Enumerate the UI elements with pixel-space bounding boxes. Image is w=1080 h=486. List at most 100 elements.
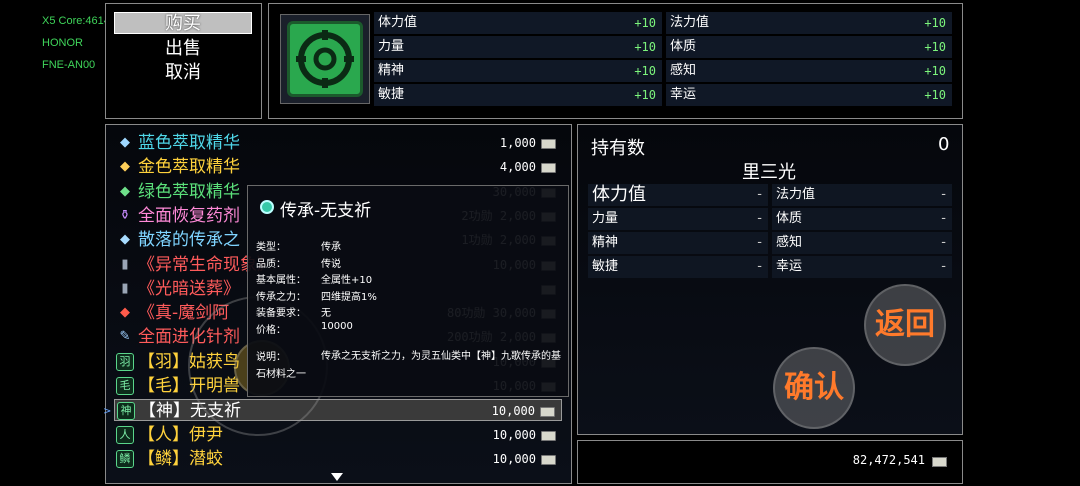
stat-value: - — [941, 211, 946, 226]
coin-icon — [541, 430, 556, 441]
coin-icon — [540, 407, 555, 418]
scroll-down-icon[interactable] — [331, 473, 343, 481]
stat-name: 幸运 — [670, 87, 697, 102]
shop-item-row[interactable]: ◆ 蓝色萃取精华 1,000 — [114, 132, 562, 154]
diamond-green-icon: ◆ — [120, 183, 130, 199]
stat-name: 敏捷 — [592, 259, 619, 274]
tooltip-value: 全属性+10 — [321, 275, 373, 286]
holding-label: 持有数 — [591, 138, 645, 159]
item-price: 10,000 — [491, 404, 535, 419]
potion-icon: ⚱ — [119, 207, 131, 223]
holding-stat-row: 幸运 - — [772, 256, 952, 278]
item-tooltip: 传承-无支祈 类型： 传承品质： 传说基本属性： 全属性+10 传承之力： 四维提高1% 装… — [247, 185, 569, 397]
item-price: 10,000 — [492, 427, 536, 442]
stat-value: - — [757, 259, 762, 274]
tooltip-label: 基本属性： — [256, 275, 306, 286]
stat-value: - — [757, 211, 762, 226]
tooltip-value: 10000 — [321, 320, 353, 332]
item-name: 全面恢复药剂 — [138, 205, 240, 226]
god-glyph-icon: 神 — [117, 402, 135, 421]
stat-name: 精神 — [592, 235, 619, 250]
tooltip-description: 传承之无支祈之力，为灵五仙类中【神】九歌传承的基石材料之一 — [256, 351, 561, 380]
item-name: 《光暗送葬》 — [138, 278, 240, 299]
tooltip-label: 价格： — [256, 324, 286, 336]
holding-stat-row: 敏捷 - — [588, 256, 768, 278]
crystal-icon: ◆ — [120, 232, 130, 248]
stat-value: - — [757, 235, 762, 250]
buy-command[interactable]: 购买 — [114, 12, 252, 34]
equip-stat-row: 敏捷 +10 — [374, 84, 662, 106]
back-button[interactable]: 返回 — [864, 284, 946, 366]
stat-value: +10 — [924, 40, 946, 54]
coin-icon — [541, 139, 556, 149]
fur-glyph-icon: 毛 — [116, 377, 134, 395]
stat-value: +10 — [924, 64, 946, 78]
holding-stat-row: 精神 - — [588, 232, 768, 254]
shop-item-row[interactable]: 神【神】无支祈 10,000 — [114, 399, 562, 422]
stat-value: +10 — [634, 40, 656, 54]
stat-name: 体质 — [670, 39, 697, 54]
equip-stat-row: 体力值 +10 — [374, 12, 662, 34]
stat-name: 敏捷 — [378, 87, 405, 102]
diamond-gold-icon: ◆ — [120, 159, 130, 175]
book-icon: ▮ — [121, 280, 129, 296]
tooltip-value: 传说 — [321, 258, 341, 270]
tooltip-label: 装备要求： — [256, 308, 306, 319]
tooltip-value: 四维提高1% — [321, 291, 377, 303]
item-name: 散落的传承之 — [138, 230, 240, 251]
stat-name: 感知 — [670, 63, 697, 78]
item-name: 蓝色萃取精华 — [138, 133, 240, 153]
stat-value: +10 — [924, 88, 946, 102]
stat-name: 幸运 — [776, 259, 803, 274]
tooltip-value: 无 — [321, 308, 331, 319]
inheritance-orb-icon — [260, 200, 274, 214]
item-price: 1,000 — [499, 136, 536, 150]
item-price: 4,000 — [499, 160, 536, 175]
stat-value: +10 — [634, 16, 656, 30]
stat-name: 体质 — [776, 211, 803, 226]
stat-name: 力量 — [592, 211, 619, 226]
equip-stat-row: 法力值 +10 — [666, 12, 952, 34]
stat-value: - — [757, 187, 762, 202]
stat-value: +10 — [634, 64, 656, 78]
stat-name: 法力值 — [776, 187, 816, 202]
item-price: 10,000 — [492, 451, 536, 466]
tooltip-title: 传承-无支祈 — [280, 201, 372, 221]
stat-name: 体力值 — [378, 15, 418, 30]
shop-item-row[interactable]: ◆ 金色萃取精华 4,000 — [114, 156, 562, 178]
item-name: 绿色萃取精华 — [138, 181, 240, 202]
equip-stat-row: 体质 +10 — [666, 36, 952, 58]
god-glyph-icon — [287, 21, 363, 97]
stat-name: 精神 — [378, 63, 405, 78]
tooltip-label: 类型： — [256, 242, 286, 253]
stat-value: - — [941, 187, 946, 202]
scale-glyph-icon: 鳞 — [116, 449, 134, 468]
stat-name: 法力值 — [670, 15, 710, 30]
stat-value: - — [941, 259, 946, 274]
stat-name: 体力值 — [592, 184, 646, 205]
book-icon: ▮ — [121, 256, 129, 272]
cancel-command[interactable]: 取消 — [114, 62, 252, 84]
equip-stat-row: 感知 +10 — [666, 60, 952, 82]
sell-command[interactable]: 出售 — [114, 38, 252, 60]
stat-value: +10 — [634, 88, 656, 102]
tooltip-label: 传承之力： — [256, 291, 306, 303]
stat-value: - — [941, 235, 946, 250]
feather-glyph-icon: 羽 — [116, 352, 134, 371]
shop-item-row[interactable]: 人【人】伊尹 10,000 — [114, 424, 562, 446]
selection-cursor-icon: > — [103, 406, 112, 417]
holding-stat-row: 法力值 - — [772, 184, 952, 206]
confirm-button[interactable]: 确认 — [773, 347, 855, 429]
shop-item-row[interactable]: 鳞【鳞】潜蛟 10,000 — [114, 448, 562, 470]
item-name: 金色萃取精华 — [138, 157, 240, 178]
stat-value: +10 — [924, 16, 946, 30]
holding-stat-row: 感知 - — [772, 232, 952, 254]
tooltip-label: 品质： — [256, 258, 286, 270]
equip-stat-row: 力量 +10 — [374, 36, 662, 58]
human-glyph-icon: 人 — [116, 425, 134, 444]
equip-stat-row: 精神 +10 — [374, 60, 662, 82]
tooltip-value: 传承 — [321, 242, 341, 253]
character-name: 里三光 — [742, 162, 796, 183]
diamond-blue-icon: ◆ — [120, 135, 130, 150]
syringe-icon: ✎ — [119, 329, 131, 345]
